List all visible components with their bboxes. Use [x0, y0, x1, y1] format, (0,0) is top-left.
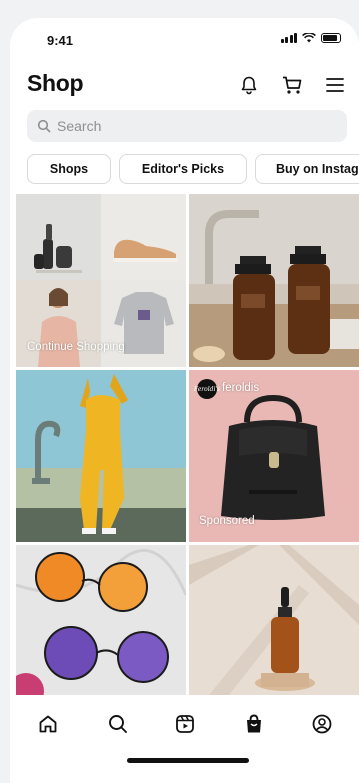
spray-bottles-tile[interactable]	[189, 194, 359, 367]
cart-icon[interactable]	[279, 72, 305, 98]
brand-logo-text: Feroldi's	[193, 385, 221, 393]
status-bar: 9:41	[10, 18, 359, 62]
menu-icon[interactable]	[322, 72, 348, 98]
battery-icon	[321, 33, 341, 43]
yellow-outfit-tile[interactable]	[16, 370, 186, 542]
chip-shops[interactable]: Shops	[27, 154, 111, 184]
sponsored-account-name[interactable]: feroldis	[222, 382, 259, 394]
home-indicator[interactable]	[127, 758, 249, 763]
sunglasses-tile[interactable]	[16, 545, 186, 695]
wifi-icon	[302, 33, 316, 43]
status-icons	[280, 33, 341, 43]
yellow-outfit-image	[16, 370, 186, 542]
chip-buy-on-instagram[interactable]: Buy on Instag	[255, 154, 359, 184]
reels-icon[interactable]	[170, 709, 200, 739]
sunglasses-image	[16, 545, 186, 695]
header: Shop	[10, 68, 359, 108]
spray-bottles-image	[189, 194, 359, 367]
signal-icon	[280, 33, 297, 43]
home-icon[interactable]	[33, 709, 63, 739]
status-time: 9:41	[47, 33, 74, 48]
phone-screen: 9:41 Shop Search Shops Editor's Picks Bu…	[10, 18, 359, 783]
shop-icon[interactable]	[239, 709, 269, 739]
shop-grid: Continue Shopping Feroldi's feroldis Spo…	[16, 194, 359, 695]
search-placeholder: Search	[57, 118, 102, 134]
search-tab-icon[interactable]	[103, 709, 133, 739]
bottom-tab-bar	[10, 695, 359, 783]
bell-icon[interactable]	[236, 72, 262, 98]
page-title: Shop	[27, 70, 84, 96]
brand-avatar[interactable]: Feroldi's	[193, 379, 221, 399]
profile-icon[interactable]	[307, 709, 337, 739]
continue-shopping-tile[interactable]: Continue Shopping	[16, 194, 186, 367]
sponsored-tile[interactable]: Feroldi's feroldis Sponsored	[189, 370, 359, 542]
sponsored-label: Sponsored	[199, 515, 255, 527]
dropper-bottle-image	[189, 545, 359, 695]
chip-editors-picks[interactable]: Editor's Picks	[119, 154, 247, 184]
dropper-bottle-tile[interactable]	[189, 545, 359, 695]
category-chips: Shops Editor's Picks Buy on Instag	[27, 154, 359, 184]
search-icon	[37, 119, 51, 133]
search-bar[interactable]: Search	[27, 110, 347, 142]
continue-shopping-label: Continue Shopping	[27, 341, 125, 353]
